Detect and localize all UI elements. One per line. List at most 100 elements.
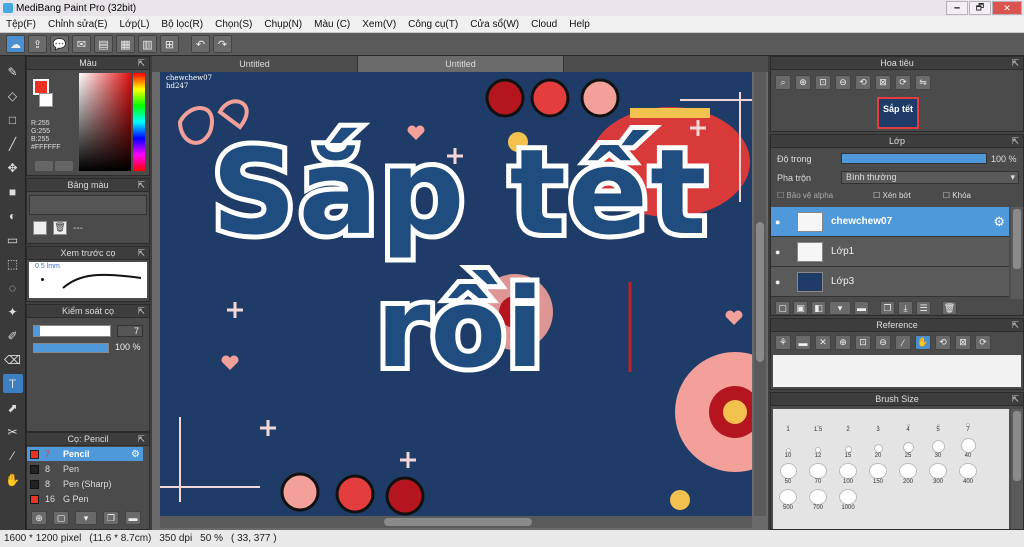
folder-icon[interactable]: ▬ bbox=[795, 335, 811, 350]
tab-untitled-1[interactable]: Untitled bbox=[152, 56, 358, 72]
eye-icon[interactable]: ● bbox=[775, 247, 789, 257]
rotate-left-icon[interactable]: ⟲ bbox=[855, 75, 871, 90]
zoom-icon[interactable]: ⌕ bbox=[775, 75, 791, 90]
layer-settings-icon[interactable]: ☰ bbox=[916, 301, 931, 315]
brush-size-cell[interactable]: 30 bbox=[925, 437, 951, 459]
fit-icon[interactable]: ⊡ bbox=[815, 75, 831, 90]
palette-area[interactable] bbox=[29, 195, 147, 215]
brush-size-cell[interactable]: 50 bbox=[775, 463, 801, 485]
clipping-checkbox[interactable]: ☐ Xén bớt bbox=[873, 191, 911, 200]
brush-size-cell[interactable]: 20 bbox=[865, 437, 891, 459]
brush-size-cell[interactable]: 5 bbox=[925, 411, 951, 433]
add-brush-icon[interactable]: ⊕ bbox=[31, 511, 47, 525]
brush-size-cell[interactable]: 2 bbox=[835, 411, 861, 433]
reference-canvas[interactable] bbox=[773, 355, 1021, 387]
brush-size-value[interactable]: 7 bbox=[117, 325, 143, 337]
brush-opacity-slider[interactable] bbox=[33, 343, 109, 353]
eraser-tool-icon[interactable]: ◇ bbox=[3, 86, 23, 105]
text-tool-icon[interactable]: T bbox=[2, 374, 23, 393]
new-layer-icon[interactable]: ▢ bbox=[775, 301, 790, 315]
flip-icon[interactable]: ⇋ bbox=[915, 75, 931, 90]
magic-wand-icon[interactable]: ✦ bbox=[3, 302, 23, 321]
brush-size-cell[interactable]: 200 bbox=[895, 463, 921, 485]
menu-select[interactable]: Chọn(S) bbox=[209, 19, 258, 30]
zoom-out-icon[interactable]: ⊖ bbox=[875, 335, 891, 350]
brush-size-cell[interactable]: 400 bbox=[955, 463, 981, 485]
duplicate-layer-icon[interactable]: ❐ bbox=[880, 301, 895, 315]
expand-icon[interactable]: ⇱ bbox=[1011, 57, 1019, 70]
eyedropper-icon[interactable]: ⁄ bbox=[895, 335, 911, 350]
expand-icon[interactable]: ⇱ bbox=[1011, 135, 1019, 148]
bucket-tool-icon[interactable]: ◐ bbox=[3, 206, 23, 225]
grid-icon[interactable]: ▥ bbox=[138, 35, 157, 53]
expand-icon[interactable]: ⇱ bbox=[1011, 393, 1019, 406]
rotate-left-icon[interactable]: ⟲ bbox=[935, 335, 951, 350]
actual-size-icon[interactable]: ⊠ bbox=[875, 75, 891, 90]
maximize-button[interactable]: 🗗 bbox=[969, 1, 991, 15]
folder-icon[interactable]: ▬ bbox=[125, 511, 141, 525]
reference-open-icon[interactable]: ⚘ bbox=[775, 335, 791, 350]
expand-icon[interactable]: ⇱ bbox=[1011, 319, 1019, 332]
color-mode-button[interactable] bbox=[35, 161, 53, 171]
redo-icon[interactable]: ↷ bbox=[213, 35, 232, 53]
brush-size-scrollbar[interactable] bbox=[1011, 409, 1023, 529]
layer-row-lop3[interactable]: ● Lớp3 bbox=[771, 267, 1009, 297]
brush-item-pen[interactable]: 8 Pen bbox=[27, 462, 143, 476]
brush-size-cell[interactable]: 700 bbox=[805, 489, 831, 511]
vertical-scroll-thumb[interactable] bbox=[756, 222, 764, 362]
rotate-right-icon[interactable]: ⟳ bbox=[895, 75, 911, 90]
brush-size-cell[interactable]: 25 bbox=[895, 437, 921, 459]
cloud-icon[interactable]: ☁ bbox=[6, 35, 25, 53]
layer-row-lop1[interactable]: ● Lớp1 bbox=[771, 237, 1009, 267]
protect-alpha-checkbox[interactable]: ☐ Bảo vệ alpha bbox=[777, 191, 833, 200]
new-halftone-layer-icon[interactable]: ▣ bbox=[793, 301, 808, 315]
horizontal-scroll-thumb[interactable] bbox=[384, 518, 532, 526]
hue-slider[interactable] bbox=[133, 73, 145, 171]
new-8bit-layer-icon[interactable]: ◧ bbox=[811, 301, 826, 315]
select-rect-icon[interactable]: ⬚ bbox=[3, 254, 23, 273]
select-eraser-icon[interactable]: ⌫ bbox=[3, 350, 23, 369]
upload-icon[interactable]: ⇪ bbox=[28, 35, 47, 53]
brush-size-slider[interactable] bbox=[33, 325, 111, 337]
menu-window[interactable]: Cửa sổ(W) bbox=[464, 19, 525, 30]
brush-menu-icon[interactable]: ▾ bbox=[75, 511, 97, 525]
gear-icon[interactable]: ⚙ bbox=[131, 449, 143, 460]
rect-tool-icon[interactable]: □ bbox=[3, 110, 23, 129]
expand-icon[interactable]: ⇱ bbox=[137, 179, 145, 192]
color-swap-button[interactable] bbox=[55, 161, 73, 171]
brush-size-cell[interactable]: 1 bbox=[775, 411, 801, 433]
fit-icon[interactable]: ⊡ bbox=[855, 335, 871, 350]
eye-icon[interactable]: ● bbox=[775, 277, 789, 287]
divide-tool-icon[interactable]: ✂ bbox=[3, 422, 23, 441]
brush-item-g-pen[interactable]: 16 G Pen bbox=[27, 492, 143, 506]
hand-icon[interactable]: ✋ bbox=[915, 335, 931, 350]
actual-size-icon[interactable]: ⊠ bbox=[955, 335, 971, 350]
brush-size-cell[interactable]: 1000 bbox=[835, 489, 861, 511]
brush-size-cell[interactable]: 100 bbox=[835, 463, 861, 485]
add-layer-menu-icon[interactable]: ▾ bbox=[829, 301, 851, 315]
tiles-icon[interactable]: ⊞ bbox=[160, 35, 179, 53]
brush-size-cell[interactable]: 12 bbox=[805, 437, 831, 459]
background-color-swatch[interactable] bbox=[39, 93, 53, 107]
brush-tool-icon[interactable]: ✎ bbox=[3, 62, 23, 81]
drawing-canvas[interactable]: chewchew07 hd247 Sắp tết rồi bbox=[160, 72, 752, 516]
menu-cloud[interactable]: Cloud bbox=[525, 19, 563, 30]
brush-size-cell[interactable]: 10 bbox=[775, 437, 801, 459]
line-tool-icon[interactable]: ╱ bbox=[3, 134, 23, 153]
layer-scrollbar[interactable] bbox=[1011, 207, 1023, 299]
blend-mode-select[interactable]: Bình thường ▾ bbox=[841, 171, 1019, 184]
message-icon[interactable]: ✉ bbox=[72, 35, 91, 53]
fill-rect-icon[interactable]: ■ bbox=[3, 182, 23, 201]
gear-icon[interactable]: ⚙ bbox=[993, 214, 1009, 230]
zoom-in-icon[interactable]: ⊕ bbox=[835, 335, 851, 350]
trash-icon[interactable]: 🗑 bbox=[942, 301, 957, 315]
eyedropper-icon[interactable]: ⁄ bbox=[3, 446, 23, 465]
move-tool-icon[interactable]: ✥ bbox=[3, 158, 23, 177]
zoom-out-icon[interactable]: ⊖ bbox=[835, 75, 851, 90]
brush-size-cell[interactable]: 150 bbox=[865, 463, 891, 485]
new-brush-icon[interactable]: ▢ bbox=[53, 511, 69, 525]
copy-brush-icon[interactable]: ❐ bbox=[103, 511, 119, 525]
layer-row-chewchew07[interactable]: ● chewchew07 ⚙ bbox=[771, 207, 1009, 237]
brush-size-cell[interactable]: 500 bbox=[775, 489, 801, 511]
brush-size-cell[interactable]: 15 bbox=[835, 437, 861, 459]
